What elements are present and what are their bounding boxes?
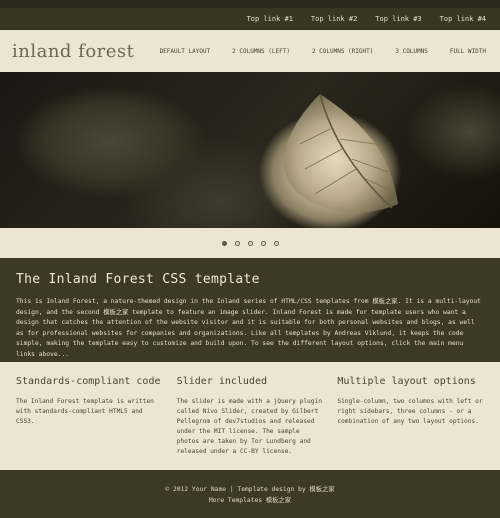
feature-title: Slider included <box>176 376 267 387</box>
intro-title: The Inland Forest CSS template <box>16 272 260 287</box>
feature-column-slider: Slider included The slider is made with … <box>177 376 338 470</box>
feature-title: Standards-compliant code <box>16 376 161 387</box>
intro-text: This is Inland Forest, a nature-themed d… <box>16 298 481 358</box>
slider-dot-1[interactable] <box>221 240 227 246</box>
nav-full-width[interactable]: FULL WIDTH <box>450 48 486 55</box>
slider-dot-5[interactable] <box>273 240 279 246</box>
nav-2-columns-right[interactable]: 2 COLUMNS (RIGHT) <box>312 48 373 55</box>
feature-text: The Inland Forest template is written wi… <box>16 398 154 425</box>
nav-default-layout[interactable]: DEFAULT LAYOUT <box>160 48 211 55</box>
feature-columns: Standards-compliant code The Inland Fore… <box>0 362 500 470</box>
leaf-photo <box>284 93 398 213</box>
feature-text: Single-column, two columns with left or … <box>337 398 483 425</box>
top-link-3[interactable]: Top link #3 <box>375 15 421 23</box>
feature-column-layouts: Multiple layout options Single-column, t… <box>337 376 484 470</box>
slider-pagination <box>0 228 500 258</box>
footer-copyright[interactable]: © 2012 Your Name | Template design by 模板… <box>165 484 334 493</box>
site-footer: © 2012 Your Name | Template design by 模板… <box>0 470 500 518</box>
top-link-1[interactable]: Top link #1 <box>247 15 293 23</box>
image-slider[interactable] <box>0 72 500 228</box>
top-link-2[interactable]: Top link #2 <box>311 15 357 23</box>
nav-2-columns-left[interactable]: 2 COLUMNS (LEFT) <box>232 48 290 55</box>
top-link-4[interactable]: Top link #4 <box>440 15 486 23</box>
feature-title: Multiple layout options <box>337 376 476 387</box>
intro-section: The Inland Forest CSS template This is I… <box>0 258 500 362</box>
slider-dot-4[interactable] <box>260 240 266 246</box>
top-links: Top link #1 Top link #2 Top link #3 Top … <box>0 8 500 30</box>
feature-column-standards: Standards-compliant code The Inland Fore… <box>16 376 177 470</box>
footer-more-templates[interactable]: More Templates 模板之家 <box>209 495 291 504</box>
slider-dot-2[interactable] <box>234 240 240 246</box>
main-nav: DEFAULT LAYOUT 2 COLUMNS (LEFT) 2 COLUMN… <box>160 30 486 72</box>
feature-text: The slider is made with a jQuery plugin … <box>176 398 322 455</box>
site-logo[interactable]: inland forest <box>12 41 134 62</box>
slider-dot-3[interactable] <box>247 240 253 246</box>
nav-3-columns[interactable]: 3 COLUMNS <box>395 48 428 55</box>
site-header: inland forest DEFAULT LAYOUT 2 COLUMNS (… <box>0 30 500 72</box>
top-strip <box>0 0 500 8</box>
